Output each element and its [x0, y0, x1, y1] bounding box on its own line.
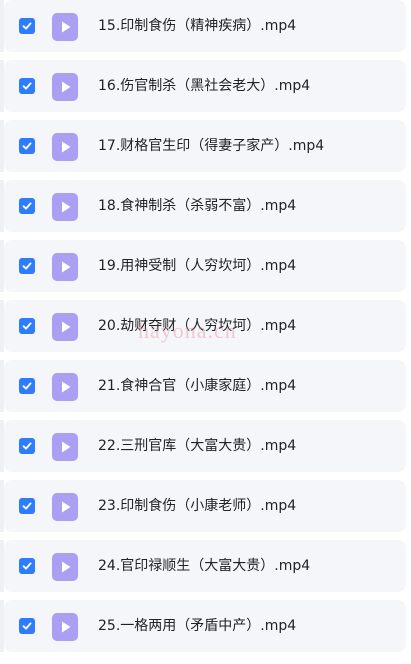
video-file-icon	[52, 553, 78, 581]
video-file-icon	[52, 13, 78, 41]
file-name: 23.印制食伤（小康老师）.mp4	[98, 498, 297, 514]
file-row[interactable]: 20.劫财夺财（人穷坎坷）.mp4	[0, 300, 406, 352]
file-name: 24.官印禄顺生（大富大贵）.mp4	[98, 558, 311, 574]
file-row[interactable]: 25.一格两用（矛盾中产）.mp4	[0, 600, 406, 652]
file-name: 22.三刑官库（大富大贵）.mp4	[98, 438, 297, 454]
checked-checkbox-icon[interactable]	[19, 618, 35, 634]
file-row[interactable]: 16.伤官制杀（黑社会老大）.mp4	[0, 60, 406, 112]
file-name: 25.一格两用（矛盾中产）.mp4	[98, 618, 297, 634]
file-row[interactable]: 17.财格官生印（得妻子家产）.mp4	[0, 120, 406, 172]
file-name: 18.食神制杀（杀弱不富）.mp4	[98, 198, 297, 214]
checked-checkbox-icon[interactable]	[19, 78, 35, 94]
checked-checkbox-icon[interactable]	[19, 198, 35, 214]
video-file-icon	[52, 313, 78, 341]
file-row[interactable]: 21.食神合官（小康家庭）.mp4	[0, 360, 406, 412]
video-file-icon	[52, 73, 78, 101]
file-name: 21.食神合官（小康家庭）.mp4	[98, 378, 297, 394]
checked-checkbox-icon[interactable]	[19, 258, 35, 274]
video-file-icon	[52, 493, 78, 521]
file-name: 17.财格官生印（得妻子家产）.mp4	[98, 138, 325, 154]
file-row[interactable]: 15.印制食伤（精神疾病）.mp4	[0, 0, 406, 52]
checked-checkbox-icon[interactable]	[19, 138, 35, 154]
file-row[interactable]: 19.用神受制（人穷坎坷）.mp4	[0, 240, 406, 292]
file-row[interactable]: 18.食神制杀（杀弱不富）.mp4	[0, 180, 406, 232]
checked-checkbox-icon[interactable]	[19, 558, 35, 574]
checked-checkbox-icon[interactable]	[19, 498, 35, 514]
video-file-icon	[52, 193, 78, 221]
file-row[interactable]: 22.三刑官库（大富大贵）.mp4	[0, 420, 406, 472]
video-file-icon	[52, 613, 78, 641]
file-name: 16.伤官制杀（黑社会老大）.mp4	[98, 78, 311, 94]
file-row[interactable]: 24.官印禄顺生（大富大贵）.mp4	[0, 540, 406, 592]
checked-checkbox-icon[interactable]	[19, 438, 35, 454]
file-name: 19.用神受制（人穷坎坷）.mp4	[98, 258, 297, 274]
file-list: 15.印制食伤（精神疾病）.mp4 16.伤官制杀（黑社会老大）.mp4 17.…	[0, 0, 411, 664]
video-file-icon	[52, 253, 78, 281]
checked-checkbox-icon[interactable]	[19, 18, 35, 34]
file-name: 15.印制食伤（精神疾病）.mp4	[98, 18, 297, 34]
file-name: 20.劫财夺财（人穷坎坷）.mp4	[98, 318, 297, 334]
video-file-icon	[52, 433, 78, 461]
checked-checkbox-icon[interactable]	[19, 378, 35, 394]
file-row[interactable]: 23.印制食伤（小康老师）.mp4	[0, 480, 406, 532]
video-file-icon	[52, 133, 78, 161]
checked-checkbox-icon[interactable]	[19, 318, 35, 334]
video-file-icon	[52, 373, 78, 401]
